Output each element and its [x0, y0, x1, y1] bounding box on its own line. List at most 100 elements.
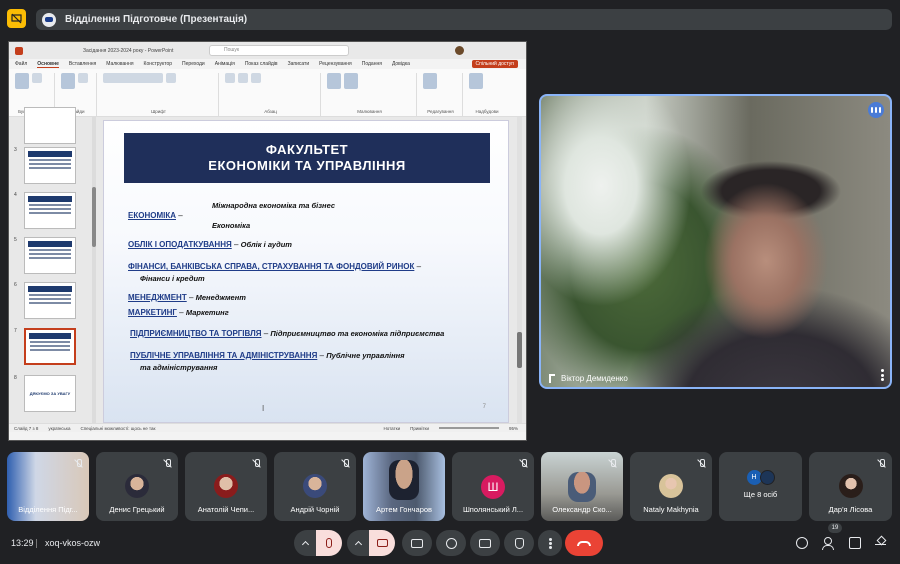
- font-size-icon[interactable]: [166, 73, 176, 83]
- text-cursor-icon: I: [262, 404, 265, 413]
- slide-thumb-number: 6: [14, 282, 17, 288]
- participant-tile[interactable]: Анатолій Чепи...: [185, 452, 267, 521]
- ribbon-group-font: Шрифт: [103, 73, 219, 116]
- participant-name: Nataly Makhynia: [643, 505, 699, 514]
- ppt-menu-transitions[interactable]: Переходи: [182, 61, 205, 67]
- captions-button[interactable]: [402, 530, 432, 556]
- arrange-icon[interactable]: [344, 73, 358, 89]
- ppt-menu-animations[interactable]: Анімація: [215, 61, 235, 67]
- pin-icon[interactable]: [549, 374, 555, 383]
- status-accessibility[interactable]: Спеціальні можливості: щось не так: [80, 426, 155, 431]
- ppt-share-button[interactable]: Спільний доступ: [471, 60, 518, 68]
- participant-tile[interactable]: Дар'я Лісова: [809, 452, 892, 521]
- participant-avatar: [214, 474, 238, 498]
- slide-thumbnail[interactable]: [24, 282, 76, 319]
- chevron-up-icon: [301, 540, 309, 549]
- participant-tile[interactable]: Денис Грецький: [96, 452, 178, 521]
- present-icon: [11, 13, 22, 24]
- find-icon[interactable]: [423, 73, 437, 89]
- bullets-icon[interactable]: [225, 73, 235, 83]
- participant-count-badge: 19: [828, 523, 842, 533]
- status-comments-button[interactable]: Примітки: [410, 426, 429, 431]
- chat-icon[interactable]: [849, 537, 861, 549]
- meeting-info-icon[interactable]: [796, 537, 808, 549]
- shapes-icon[interactable]: [327, 73, 341, 89]
- ppt-menu-bar: Файл Основне Вставлення Малювання Констр…: [9, 59, 526, 69]
- new-slide-icon[interactable]: [61, 73, 75, 89]
- participant-video: [568, 472, 596, 502]
- emoji-button[interactable]: [436, 530, 466, 556]
- numbering-icon[interactable]: [238, 73, 248, 83]
- mic-toggle-button[interactable]: [316, 530, 342, 556]
- leave-call-button[interactable]: [565, 530, 603, 556]
- ppt-menu-file[interactable]: Файл: [15, 61, 27, 67]
- slide-row: Економіка: [212, 221, 251, 230]
- slide-thumbnail[interactable]: [24, 237, 76, 274]
- align-icon[interactable]: [251, 73, 261, 83]
- ppt-workspace: 3 4 5 6 7 8 ДЯКУЄМО ЗА УВАГУ ФАКУЛЬТЕТ Е…: [9, 107, 526, 432]
- more-options-icon[interactable]: [881, 369, 884, 381]
- audio-options-button[interactable]: [294, 530, 316, 556]
- status-notes-button[interactable]: Нотатки: [383, 426, 400, 431]
- raise-hand-button[interactable]: [504, 530, 534, 556]
- participant-tile[interactable]: Відділення Підг...: [7, 452, 89, 521]
- ppt-menu-review[interactable]: Рецензування: [319, 61, 352, 67]
- mic-off-icon: [697, 459, 706, 468]
- status-language[interactable]: українська: [48, 426, 70, 431]
- video-options-button[interactable]: [347, 530, 369, 556]
- ppt-menu-slideshow[interactable]: Показ слайдів: [245, 61, 278, 67]
- ppt-search-input[interactable]: Пошук: [209, 45, 349, 56]
- ppt-menu-record[interactable]: Записати: [288, 61, 310, 67]
- more-options-button[interactable]: [538, 530, 562, 556]
- participant-tile[interactable]: Артем Гончаров: [363, 452, 445, 521]
- active-speaker-tile[interactable]: Віктор Демиденко: [539, 94, 892, 389]
- ppt-ribbon: Буфер обміну Слайди Шрифт Абзац Малюванн…: [9, 69, 526, 117]
- ppt-menu-home[interactable]: Основне: [37, 61, 59, 68]
- addins-icon[interactable]: [469, 73, 483, 89]
- ppt-menu-view[interactable]: Подання: [362, 61, 382, 67]
- divider: [36, 539, 37, 548]
- people-icon[interactable]: [822, 537, 834, 550]
- presentation-indicator-button[interactable]: [7, 9, 26, 28]
- activities-icon[interactable]: [875, 537, 887, 549]
- ppt-titlebar: Засідання 2023-2024 року - PowerPoint По…: [9, 42, 526, 59]
- ppt-menu-help[interactable]: Довідка: [392, 61, 410, 67]
- layout-icon[interactable]: [78, 73, 88, 83]
- emoji-icon: [445, 537, 457, 549]
- camera-off-icon: [376, 539, 388, 547]
- participant-tile[interactable]: Ш Шполянський Л...: [452, 452, 534, 521]
- mic-off-icon: [341, 459, 350, 468]
- ppt-menu-design[interactable]: Конструктор: [144, 61, 173, 67]
- slide-title-line1: ФАКУЛЬТЕТ: [265, 142, 349, 157]
- cut-icon[interactable]: [32, 73, 42, 83]
- slide-scrollbar[interactable]: [517, 117, 522, 432]
- thumbnails-scrollbar[interactable]: [92, 117, 96, 432]
- present-icon: [479, 538, 491, 548]
- slide-thumb-number: 4: [14, 192, 17, 198]
- slide-thumbnail[interactable]: [24, 192, 76, 229]
- zoom-slider[interactable]: [438, 427, 499, 429]
- more-participants-tile[interactable]: Н Ще 8 осіб: [719, 452, 802, 521]
- font-select[interactable]: [103, 73, 163, 83]
- participant-name: Денис Грецький: [109, 505, 165, 514]
- participant-tile[interactable]: Андрій Чорній: [274, 452, 356, 521]
- participant-avatar: [659, 474, 683, 498]
- participant-tile[interactable]: Nataly Makhynia: [630, 452, 712, 521]
- org-logo-icon: [42, 12, 56, 27]
- participant-tile[interactable]: Олександр Ско...: [541, 452, 623, 521]
- slide-thumbnail[interactable]: ДЯКУЄМО ЗА УВАГУ: [24, 375, 76, 412]
- ppt-menu-insert[interactable]: Вставлення: [69, 61, 96, 67]
- ppt-user-avatar[interactable]: [455, 46, 464, 55]
- ppt-menu-draw[interactable]: Малювання: [106, 61, 133, 67]
- present-now-button[interactable]: [470, 530, 500, 556]
- slide-thumbnail[interactable]: [24, 107, 76, 144]
- slide-thumbnail[interactable]: [24, 147, 76, 184]
- slide-thumbnail-selected[interactable]: [24, 328, 76, 365]
- status-zoom-level[interactable]: 95%: [509, 426, 518, 431]
- paste-icon[interactable]: [15, 73, 29, 89]
- ppt-status-bar: Слайд 7 з 8 українська Спеціальні можлив…: [9, 423, 526, 432]
- status-slide-count: Слайд 7 з 8: [14, 425, 39, 431]
- more-vert-icon: [548, 537, 552, 549]
- top-bar: Відділення Підготовче (Презентація): [0, 0, 900, 38]
- camera-toggle-button[interactable]: [369, 530, 395, 556]
